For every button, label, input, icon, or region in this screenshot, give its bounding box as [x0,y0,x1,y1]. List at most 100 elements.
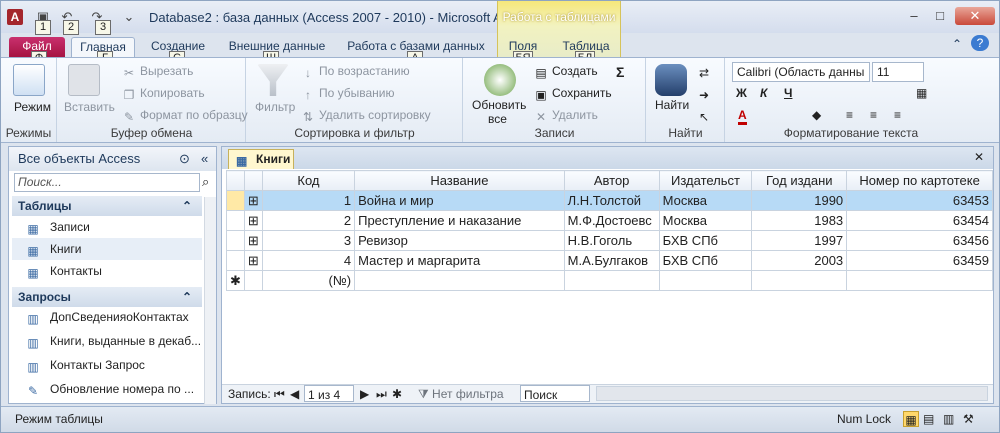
cell[interactable]: 63454 [846,210,993,231]
cell[interactable]: БХВ СПб [658,230,753,251]
cell[interactable] [846,270,993,291]
expand-icon[interactable]: ⊞ [243,230,263,251]
save-record-button[interactable]: ▣ Сохранить [534,86,611,102]
row-selector[interactable] [226,230,245,251]
replace-icon[interactable]: ⇄ [699,66,709,80]
last-record-icon[interactable]: ⏭ [376,385,387,403]
cell[interactable]: Москва [658,210,753,231]
access-app-icon[interactable]: A [7,9,23,25]
gridlines-icon[interactable]: ▦ [916,86,927,100]
minimize-ribbon-icon[interactable]: ⌃ [949,35,965,56]
cell[interactable]: Война и мир [354,190,565,211]
record-position-input[interactable]: 1 из 4 [304,385,354,402]
cell[interactable] [751,270,848,291]
find-button[interactable]: Найти [655,98,689,112]
cell[interactable]: 63456 [846,230,993,251]
cell[interactable]: Мастер и маргарита [354,250,565,271]
align-center-icon[interactable]: ≡ [870,108,877,122]
column-header[interactable]: Название [354,170,565,191]
doc-tab-books[interactable]: ▦ Книги [228,149,294,169]
column-header[interactable]: Код [261,170,356,191]
cell[interactable]: 3 [261,230,356,251]
help-icon[interactable]: ? [971,35,989,51]
cell[interactable]: 1 [261,190,356,211]
no-filter-button[interactable]: ⧩ Нет фильтра [418,385,504,403]
filter-button[interactable]: Фильтр [255,100,295,114]
font-color-button[interactable]: A [738,108,747,125]
delete-record-button[interactable]: ✕ Удалить [534,108,598,124]
align-right-icon[interactable]: ≡ [894,108,901,122]
view-button[interactable]: Режим [14,100,51,114]
underline-button[interactable]: Ч [784,86,792,100]
column-header[interactable]: Год издани [751,170,848,191]
cell[interactable]: 1990 [751,190,848,211]
row-selector[interactable] [226,190,245,211]
column-header[interactable]: Номер по картотеке [846,170,993,191]
expand-icon[interactable]: ⊞ [243,190,263,211]
customize-qat-icon[interactable]: ⌄ [121,9,137,25]
minimize-button[interactable]: – [901,7,927,25]
font-name-combo[interactable]: Calibri (Область данны [732,62,870,82]
cell[interactable]: 2003 [751,250,848,271]
horizontal-scrollbar[interactable] [596,386,988,401]
sort-asc-button[interactable]: ↓ По возрастанию [301,64,410,80]
new-record-icon[interactable]: ✱ [226,270,245,291]
cell[interactable]: БХВ СПб [658,250,753,271]
cell[interactable] [658,270,753,291]
sort-desc-button[interactable]: ↑ По убыванию [301,86,395,102]
cell[interactable] [354,270,565,291]
nav-section-queries[interactable]: Запросы ⌃ [12,287,202,307]
nav-item-query[interactable]: ✎ Обновление номера по ... [12,378,202,400]
close-doc-icon[interactable]: ✕ [974,150,984,164]
expand-icon[interactable]: ⊞ [243,250,263,271]
nav-section-tables[interactable]: Таблицы ⌃ [12,196,202,216]
cell[interactable]: Н.В.Гоголь [563,230,660,251]
design-view-icon[interactable]: ⚒ [963,407,974,431]
bold-button[interactable]: Ж [736,86,747,100]
fill-color-icon[interactable]: ◆ [812,108,821,122]
nav-item-query[interactable]: ▥ Контакты Запрос [12,354,202,376]
nav-item-query[interactable]: ▥ Книги, выданные в декаб... [12,330,202,352]
nav-item-table[interactable]: ▦ Книги [12,238,202,260]
remove-sort-button[interactable]: ⇅ Удалить сортировку [301,108,431,124]
cell[interactable]: 63459 [846,250,993,271]
cell[interactable]: Л.Н.Толстой [563,190,660,211]
row-selector-header[interactable] [226,170,245,191]
row-selector[interactable] [226,210,245,231]
next-record-icon[interactable]: ▶ [360,385,369,403]
table-row[interactable]: ⊞ 4 Мастер и маргарита М.А.Булгаков БХВ … [226,250,993,271]
italic-button[interactable]: К [760,86,767,100]
new-record-button[interactable]: ▤ Создать [534,64,597,80]
new-record-row[interactable]: ✱ (№) [226,270,993,291]
refresh-button[interactable]: Обновить [472,98,526,112]
maximize-button[interactable]: □ [927,7,953,25]
font-size-combo[interactable]: 11 [872,62,924,82]
align-left-icon[interactable]: ≡ [846,108,853,122]
cell[interactable]: 4 [261,250,356,271]
cell[interactable]: 2 [261,210,356,231]
prev-record-icon[interactable]: ◀ [290,385,299,403]
table-row[interactable]: ⊞ 1 Война и мир Л.Н.Толстой Москва 1990 … [226,190,993,211]
row-selector[interactable] [226,250,245,271]
nav-item-table[interactable]: ▦ Контакты [12,260,202,282]
pivot-table-view-icon[interactable]: ▤ [923,407,934,431]
cell[interactable]: Ревизор [354,230,565,251]
copy-button[interactable]: ❐ Копировать [122,86,205,102]
column-header[interactable]: Автор [563,170,660,191]
cell[interactable]: М.Ф.Достоевс [563,210,660,231]
cell[interactable]: 1997 [751,230,848,251]
goto-icon[interactable]: ➜ [699,88,709,102]
new-record-nav-icon[interactable]: ✱ [392,385,402,403]
nav-pane-title[interactable]: Все объекты Access ⊙ « [9,147,216,171]
cell[interactable] [563,270,660,291]
format-painter-button[interactable]: ✎ Формат по образцу [122,108,248,124]
cut-button[interactable]: ✂ Вырезать [122,64,193,80]
table-row[interactable]: ⊞ 3 Ревизор Н.В.Гоголь БХВ СПб 1997 6345… [226,230,993,251]
cell[interactable]: 1983 [751,210,848,231]
column-header[interactable]: Издательст [658,170,753,191]
cell[interactable]: Преступление и наказание [354,210,565,231]
cell[interactable]: Москва [658,190,753,211]
collapse-pane-icon[interactable]: « [201,147,208,171]
search-icon[interactable]: ⌕ [202,174,209,190]
select-icon[interactable]: ↖ [699,110,709,124]
